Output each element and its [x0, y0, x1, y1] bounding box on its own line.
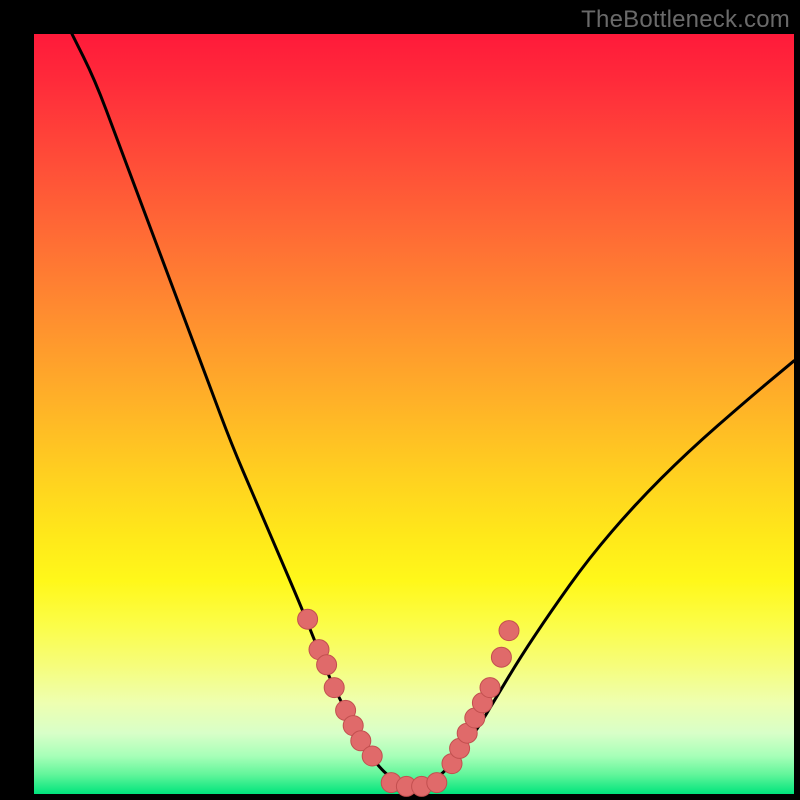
data-dot [491, 647, 511, 667]
data-dot [499, 621, 519, 641]
watermark-text: TheBottleneck.com [581, 6, 790, 34]
data-dot [362, 746, 382, 766]
outer-frame: TheBottleneck.com [0, 0, 800, 800]
chart-svg [34, 34, 794, 794]
data-dot [480, 678, 500, 698]
data-dot [427, 773, 447, 793]
data-dot [298, 609, 318, 629]
data-dot [324, 678, 344, 698]
bottleneck-curve [72, 34, 794, 786]
plot-area [34, 34, 794, 794]
data-dot [317, 655, 337, 675]
dot-group [298, 609, 519, 796]
